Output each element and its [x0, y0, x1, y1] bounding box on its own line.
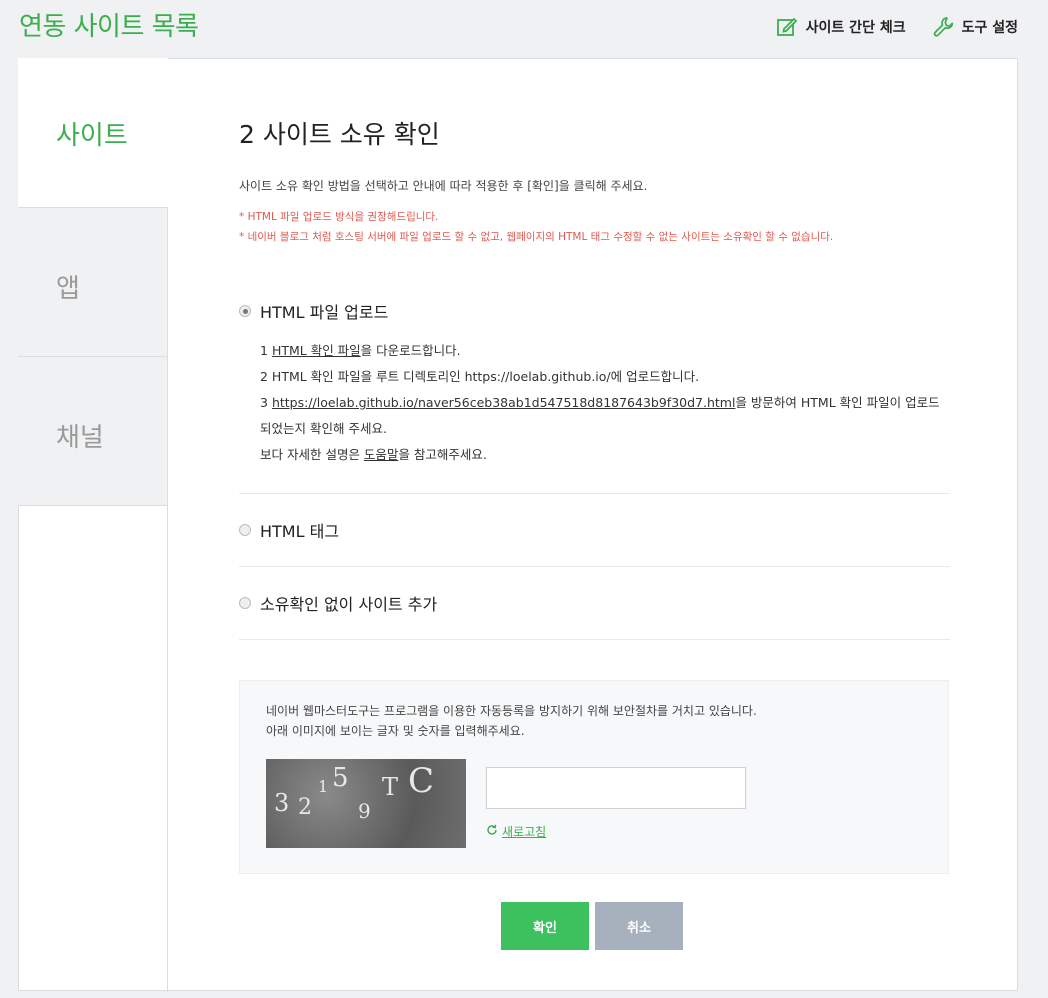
captcha-box: 네이버 웹마스터도구는 프로그램을 이용한 자동등록을 방지하기 위해 보안절차… — [239, 680, 949, 874]
note-restriction: * 네이버 블로그 처럼 호스팅 서버에 파일 업로드 할 수 없고, 웹페이지… — [239, 231, 834, 243]
notes: * HTML 파일 업로드 방식을 권장해드립니다. * 네이버 블로그 처럼 … — [239, 207, 950, 247]
step-text: 을 다운로드합니다. — [360, 343, 461, 358]
option-html-tag-radio[interactable]: HTML 태그 — [239, 518, 950, 542]
option-html-file-radio[interactable]: HTML 파일 업로드 — [239, 299, 950, 323]
tab-site[interactable]: 사이트 — [18, 58, 168, 208]
refresh-label: 새로고침 — [502, 825, 547, 839]
content: 2 사이트 소유 확인 사이트 소유 확인 방법을 선택하고 안내에 따라 적용… — [239, 59, 950, 874]
captcha-image: 3 2 1 5 9 T C — [266, 759, 466, 848]
edit-icon — [776, 16, 798, 38]
captcha-instruction-2: 아래 이미지에 보이는 글자 및 숫자를 입력해주세요. — [266, 724, 525, 738]
captcha-char: 1 — [318, 777, 329, 796]
tool-settings-button[interactable]: 도구 설정 — [932, 16, 1018, 38]
refresh-icon — [486, 824, 498, 839]
description: 사이트 소유 확인 방법을 선택하고 안내에 따라 적용한 후 [확인]을 클릭… — [239, 179, 648, 193]
tool-settings-label: 도구 설정 — [961, 20, 1018, 36]
site-quick-check-button[interactable]: 사이트 간단 체크 — [776, 16, 906, 38]
captcha-char: C — [408, 761, 435, 801]
step-num: 1 — [260, 343, 272, 358]
page-title: 연동 사이트 목록 — [19, 12, 199, 42]
help-line: 보다 자세한 설명은 도움말을 참고해주세요. — [260, 442, 950, 468]
top-actions: 사이트 간단 체크 도구 설정 — [776, 16, 1018, 38]
help-text: 보다 자세한 설명은 — [260, 447, 364, 462]
upload-steps: 1 HTML 확인 파일을 다운로드합니다. 2 HTML 확인 파일을 루트 … — [239, 338, 950, 468]
option-label: HTML 파일 업로드 — [260, 303, 389, 322]
note-recommend: * HTML 파일 업로드 방식을 권장해드립니다. — [239, 211, 439, 223]
step-text: 을 방문하여 HTML 확인 파일이 업로드 — [735, 395, 940, 410]
option-no-verify-radio[interactable]: 소유확인 없이 사이트 추가 — [239, 591, 950, 615]
site-quick-check-label: 사이트 간단 체크 — [805, 20, 906, 36]
help-link[interactable]: 도움말 — [364, 447, 399, 462]
step-3-cont: 되었는지 확인해 주세요. — [260, 421, 387, 436]
verify-url-link[interactable]: https://loelab.github.io/naver56ceb38ab1… — [272, 395, 736, 410]
option-label: 소유확인 없이 사이트 추가 — [260, 595, 438, 614]
captcha-char: 3 — [274, 789, 290, 817]
option-no-verify: 소유확인 없이 사이트 추가 — [239, 567, 950, 640]
radio-checked-icon[interactable] — [239, 305, 251, 317]
section-title: 2 사이트 소유 확인 — [239, 120, 440, 149]
radio-icon[interactable] — [239, 524, 251, 536]
confirm-button[interactable]: 확인 — [501, 902, 589, 950]
side-tabs: 사이트 앱 채널 — [18, 58, 168, 506]
help-text: 을 참고해주세요. — [398, 447, 487, 462]
sidebar-divider — [167, 208, 168, 992]
step-3: 3 https://loelab.github.io/naver56ceb38a… — [260, 390, 950, 416]
captcha-input[interactable] — [486, 767, 746, 809]
refresh-captcha-button[interactable]: 새로고침 — [486, 823, 546, 840]
main-panel: 사이트 앱 채널 2 사이트 소유 확인 사이트 소유 확인 방법을 선택하고 … — [18, 58, 1018, 992]
option-label: HTML 태그 — [260, 522, 340, 541]
captcha-char: 2 — [298, 795, 312, 820]
captcha-char: 9 — [358, 799, 371, 823]
action-buttons: 확인 취소 — [501, 902, 683, 950]
option-html-file: HTML 파일 업로드 1 HTML 확인 파일을 다운로드합니다. 2 HTM… — [239, 299, 950, 494]
captcha-char: T — [382, 773, 399, 801]
download-html-file-link[interactable]: HTML 확인 파일 — [272, 343, 361, 358]
step-num: 3 — [260, 395, 272, 410]
captcha-char: 5 — [332, 763, 349, 793]
radio-icon[interactable] — [239, 597, 251, 609]
tab-channel[interactable]: 채널 — [18, 357, 168, 506]
step-2: 2 HTML 확인 파일을 루트 디렉토리인 https://loelab.gi… — [260, 369, 700, 384]
wrench-icon — [932, 16, 954, 38]
captcha-instruction-1: 네이버 웹마스터도구는 프로그램을 이용한 자동등록을 방지하기 위해 보안절차… — [266, 704, 757, 718]
option-html-tag: HTML 태그 — [239, 494, 950, 567]
step-1: 1 HTML 확인 파일을 다운로드합니다. — [260, 338, 950, 364]
cancel-button[interactable]: 취소 — [595, 902, 683, 950]
tab-app[interactable]: 앱 — [18, 208, 168, 357]
